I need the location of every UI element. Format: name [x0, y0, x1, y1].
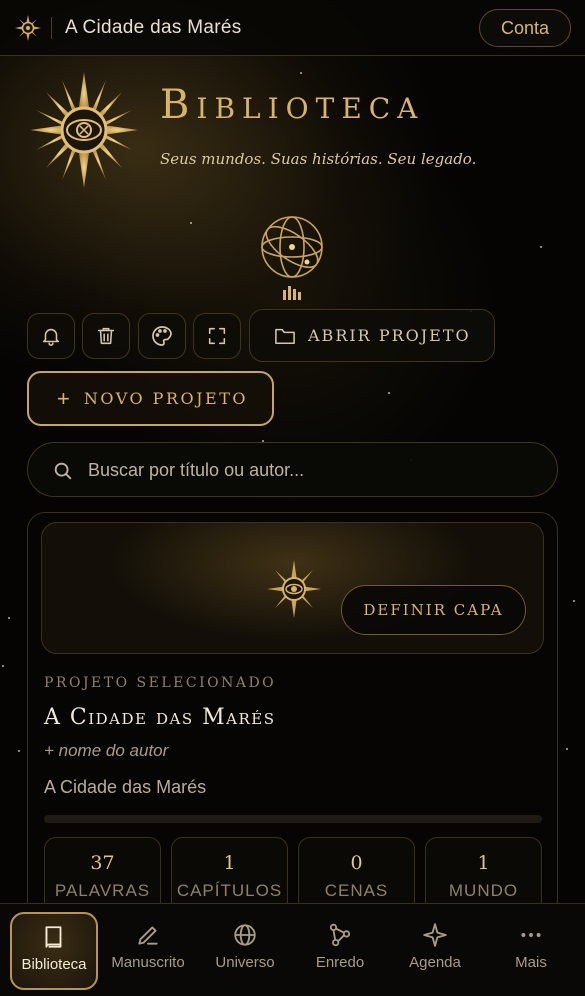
nav-label: Manuscrito	[111, 954, 185, 971]
bell-icon	[42, 328, 60, 346]
nav-item-agenda[interactable]: Agenda	[391, 912, 479, 990]
open-project-label: ABRIR PROJETO	[308, 326, 471, 345]
search-input[interactable]	[88, 455, 528, 485]
open-project-button[interactable]: ABRIR PROJETO	[249, 309, 495, 362]
stat-value: 1	[223, 852, 236, 874]
nav-label: Mais	[515, 954, 547, 971]
stat-value: 0	[350, 852, 363, 874]
add-author-link[interactable]: + nome do autor	[44, 741, 168, 761]
sun-eye-emblem-icon	[30, 72, 138, 188]
bottom-navigation: Biblioteca Manuscrito Universo Enredo Ag…	[0, 903, 585, 996]
stat-label: PALAVRAS	[54, 881, 151, 900]
fullscreen-icon	[208, 327, 226, 345]
project-name: A Cidade das Marés	[44, 705, 276, 730]
new-project-button[interactable]: + NOVO PROJETO	[27, 371, 274, 426]
plus-icon: +	[57, 385, 70, 411]
nav-label: Agenda	[409, 954, 461, 971]
nav-item-mais[interactable]: Mais	[487, 912, 575, 990]
armillary-sphere-icon	[261, 216, 323, 278]
trash-icon	[97, 327, 115, 345]
nav-label: Biblioteca	[21, 956, 87, 973]
set-cover-button[interactable]: DEFINIR CAPA	[341, 585, 526, 635]
search-bar	[27, 442, 558, 497]
project-description: A Cidade das Marés	[44, 777, 207, 797]
notifications-button[interactable]	[27, 313, 75, 359]
pen-icon	[138, 926, 158, 945]
stat-label: CAPÍTULOS	[176, 881, 283, 900]
title-separator	[51, 17, 52, 39]
graph-icon	[329, 923, 351, 947]
folder-icon	[275, 328, 295, 344]
new-project-label: NOVO PROJETO	[83, 389, 248, 408]
selected-project-label: PROJETO SELECIONADO	[44, 675, 277, 691]
nav-item-biblioteca[interactable]: Biblioteca	[10, 912, 98, 990]
delete-button[interactable]	[82, 313, 130, 359]
fullscreen-button[interactable]	[193, 313, 241, 359]
project-cover[interactable]: DEFINIR CAPA	[41, 522, 544, 654]
globe-icon	[234, 924, 256, 946]
stat-label: MUNDO	[448, 881, 519, 900]
more-icon	[521, 933, 541, 937]
progress-bar	[44, 815, 542, 823]
sparkle-icon	[423, 923, 447, 947]
nav-item-universo[interactable]: Universo	[201, 912, 289, 990]
page-subtitle: Seus mundos. Suas histórias. Seu legado.	[160, 150, 477, 168]
palette-icon	[152, 326, 172, 346]
project-card[interactable]: DEFINIR CAPA PROJETO SELECIONADO A Cidad…	[27, 512, 558, 932]
sun-logo-icon[interactable]	[14, 14, 42, 42]
account-button[interactable]: Conta	[479, 9, 571, 47]
sun-eye-emblem-icon	[267, 560, 321, 618]
stat-value: 1	[477, 852, 490, 874]
book-icon	[45, 926, 62, 948]
search-icon	[54, 462, 72, 480]
nav-label: Universo	[215, 954, 275, 971]
theme-button[interactable]	[138, 313, 186, 359]
nav-item-manuscrito[interactable]: Manuscrito	[104, 912, 192, 990]
stat-label: CENAS	[324, 881, 389, 900]
stat-value: 37	[90, 852, 115, 874]
top-bar: A Cidade das Marés Conta	[0, 0, 585, 56]
page-title: Biblioteca	[160, 82, 425, 128]
nav-item-enredo[interactable]: Enredo	[296, 912, 384, 990]
nav-label: Enredo	[315, 954, 365, 971]
audio-bars-icon[interactable]	[282, 286, 304, 300]
project-title: A Cidade das Marés	[65, 17, 242, 38]
